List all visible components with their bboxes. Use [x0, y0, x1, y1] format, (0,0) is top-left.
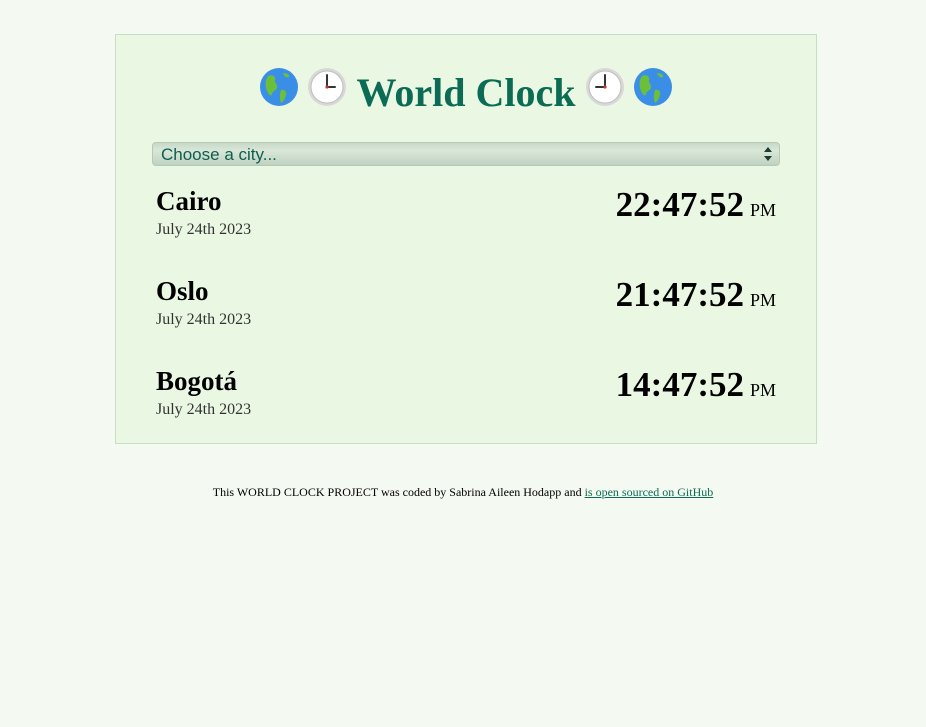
time-ampm: PM	[749, 290, 776, 310]
city-row-oslo: Oslo July 24th 2023 21:47:52 PM	[156, 275, 776, 345]
footer: This WORLD CLOCK PROJECT was coded by Sa…	[0, 484, 926, 500]
time-value: 22:47:52	[615, 185, 744, 224]
clock-icon	[585, 67, 625, 118]
globe-americas-icon	[259, 67, 299, 118]
city-date: July 24th 2023	[156, 311, 252, 328]
city-time: 14:47:52 PM	[616, 365, 776, 405]
select-arrows-icon	[764, 147, 772, 161]
title-text: World Clock	[356, 69, 576, 115]
footer-text: This WORLD CLOCK PROJECT was coded by Sa…	[212, 485, 582, 499]
city-time: 22:47:52 PM	[616, 185, 776, 225]
city-select-value: Choose a city...	[161, 145, 277, 164]
globe-americas-icon	[633, 67, 673, 118]
clock-icon	[307, 67, 347, 118]
time-value: 14:47:52	[615, 365, 744, 404]
city-row-bogota: Bogotá July 24th 2023 14:47:52 PM	[156, 365, 776, 435]
time-ampm: PM	[749, 200, 776, 220]
city-name: Oslo	[156, 276, 209, 306]
city-date: July 24th 2023	[156, 401, 252, 418]
city-time: 21:47:52 PM	[616, 275, 776, 315]
time-ampm: PM	[749, 380, 776, 400]
time-value: 21:47:52	[615, 275, 744, 314]
city-date: July 24th 2023	[156, 221, 252, 238]
city-name: Cairo	[156, 186, 222, 216]
page-title: World Clock	[116, 65, 816, 118]
world-clock-card: World Clock Choose a city... Cairo July …	[115, 34, 817, 444]
city-select[interactable]: Choose a city...	[152, 142, 780, 166]
github-link[interactable]: is open sourced on GitHub	[585, 485, 714, 499]
city-name: Bogotá	[156, 366, 237, 396]
city-row-cairo: Cairo July 24th 2023 22:47:52 PM	[156, 185, 776, 255]
